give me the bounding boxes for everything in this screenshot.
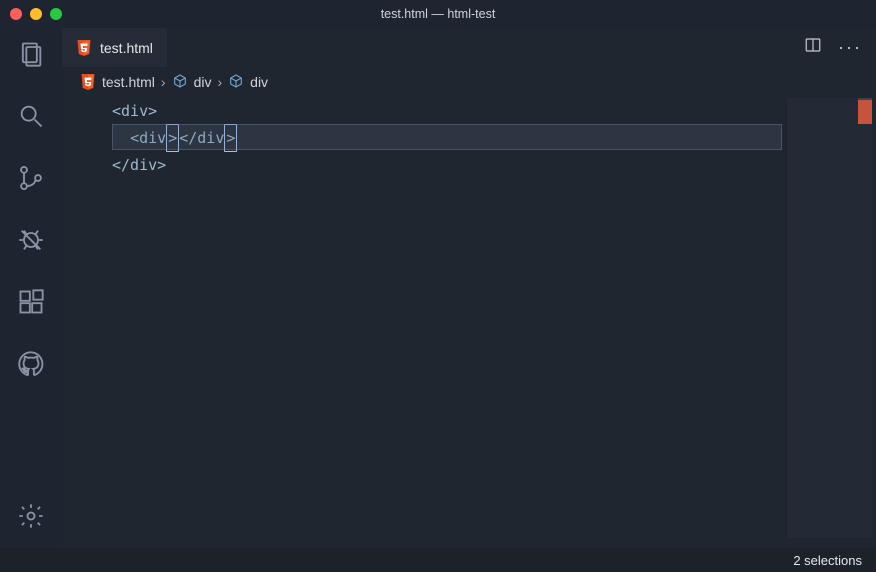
editor-group: test.html ··· test.html › div ›	[62, 28, 876, 548]
settings-gear-icon[interactable]	[17, 502, 45, 530]
cursor-1: >	[166, 124, 179, 152]
title-bar: test.html — html-test	[0, 0, 876, 28]
html5-icon	[76, 39, 92, 57]
main-body: test.html ··· test.html › div ›	[0, 28, 876, 548]
code-line-1: <div>	[112, 98, 876, 124]
minimap[interactable]	[786, 98, 872, 538]
close-window-icon[interactable]	[10, 8, 22, 20]
breadcrumb[interactable]: test.html › div › div	[62, 68, 876, 96]
minimap-decoration	[858, 100, 872, 124]
chevron-right-icon: ›	[217, 74, 222, 90]
search-icon[interactable]	[17, 102, 45, 130]
window-controls	[10, 8, 62, 20]
debug-icon[interactable]	[17, 226, 45, 254]
breadcrumb-symbol-2: div	[250, 74, 268, 90]
symbol-icon	[172, 73, 188, 92]
extensions-icon[interactable]	[17, 288, 45, 316]
maximize-window-icon[interactable]	[50, 8, 62, 20]
more-actions-icon[interactable]: ···	[838, 37, 862, 58]
source-control-icon[interactable]	[17, 164, 45, 192]
chevron-right-icon: ›	[161, 74, 166, 90]
status-selections[interactable]: 2 selections	[793, 553, 862, 568]
activity-bar	[0, 28, 62, 548]
cursor-2: >	[224, 124, 237, 152]
tab-test-html[interactable]: test.html	[62, 28, 167, 67]
tab-actions: ···	[790, 28, 876, 67]
code-editor[interactable]: <div> <div></div> </div>	[62, 96, 876, 548]
tab-label: test.html	[100, 40, 153, 56]
breadcrumb-file: test.html	[102, 74, 155, 90]
github-icon[interactable]	[17, 350, 45, 378]
breadcrumb-symbol-1: div	[194, 74, 212, 90]
status-bar[interactable]: 2 selections	[0, 548, 876, 572]
minimize-window-icon[interactable]	[30, 8, 42, 20]
symbol-icon	[228, 73, 244, 92]
explorer-icon[interactable]	[17, 40, 45, 68]
html5-icon	[80, 73, 96, 91]
tab-bar: test.html ···	[62, 28, 876, 68]
window-title: test.html — html-test	[0, 7, 876, 21]
code-line-2: <div></div>	[112, 124, 876, 152]
code-line-3: </div>	[112, 152, 876, 178]
split-editor-icon[interactable]	[804, 36, 822, 59]
